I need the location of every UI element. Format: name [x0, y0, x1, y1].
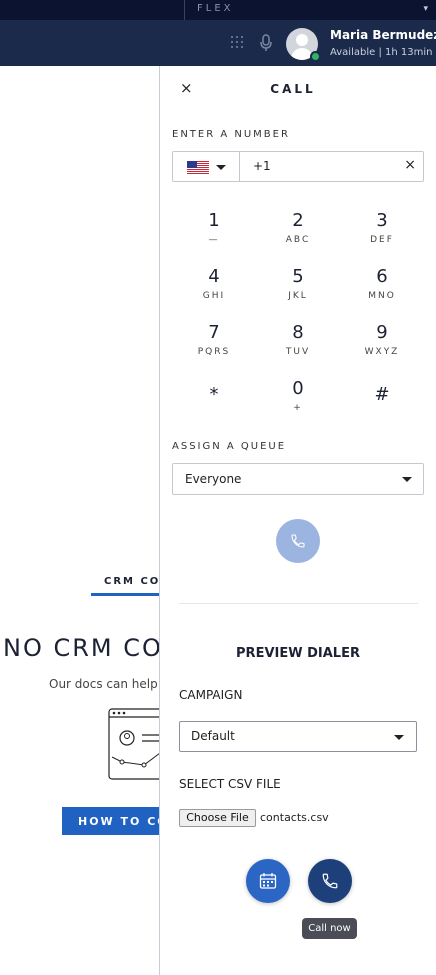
crm-container: CRM CON NO CRM CON Our docs can help y H… [0, 66, 160, 975]
panel-title: CALL [270, 82, 316, 96]
app-header: Maria Bermudez Available | 1h 13min [0, 20, 436, 66]
keypad-key-star[interactable]: * [184, 384, 244, 434]
phone-number-field[interactable]: +1 × [172, 151, 424, 182]
status-indicator [310, 51, 321, 62]
top-strip: FLEX ▾ [0, 0, 436, 20]
crm-tab[interactable]: CRM CON [104, 576, 160, 587]
keypad-key-0[interactable]: 0 + [268, 378, 328, 428]
chevron-down-icon [394, 735, 404, 740]
user-status: Available | 1h 13min [330, 47, 433, 58]
chevron-down-icon [402, 477, 412, 482]
selected-file-name: contacts.csv [260, 811, 329, 824]
crm-tab-underline [91, 593, 160, 596]
country-select[interactable] [173, 152, 240, 181]
chevron-down-icon[interactable]: ▾ [423, 4, 428, 14]
preview-dialer-title: PREVIEW DIALER [236, 646, 360, 661]
phone-number-input[interactable]: +1 [253, 159, 271, 173]
keypad-key-9[interactable]: 9 WXYZ [352, 322, 412, 372]
keypad-key-hash[interactable]: # [352, 384, 412, 434]
keypad-key-3[interactable]: 3 DEF [352, 210, 412, 260]
phone-icon [322, 873, 338, 889]
enter-number-label: ENTER A NUMBER [172, 129, 290, 140]
clear-number-icon[interactable]: × [404, 157, 416, 173]
csv-file-label: SELECT CSV FILE [179, 777, 281, 791]
call-now-tooltip: Call now [302, 918, 357, 939]
choose-file-button[interactable]: Choose File [179, 809, 256, 827]
keypad-key-2[interactable]: 2 ABC [268, 210, 328, 260]
campaign-label: CAMPAIGN [179, 688, 243, 702]
browser-illustration-icon [108, 708, 160, 780]
call-now-button[interactable] [308, 859, 352, 903]
how-to-connect-button[interactable]: HOW TO CON [62, 807, 160, 835]
keypad-key-6[interactable]: 6 MNO [352, 266, 412, 316]
user-name: Maria Bermudez [330, 28, 436, 42]
chevron-down-icon [216, 165, 226, 170]
call-button[interactable] [276, 519, 320, 563]
keypad-key-1[interactable]: 1— [184, 210, 244, 260]
section-divider [179, 603, 418, 604]
crm-empty-subtitle: Our docs can help y [49, 677, 160, 691]
microphone-icon[interactable] [259, 34, 273, 52]
queue-select[interactable]: Everyone [172, 463, 424, 495]
schedule-button[interactable] [246, 859, 290, 903]
keypad-key-4[interactable]: 4 GHI [184, 266, 244, 316]
dialpad-icon[interactable] [231, 36, 245, 50]
crm-empty-title: NO CRM CON [3, 634, 160, 662]
keypad-key-7[interactable]: 7 PQRS [184, 322, 244, 372]
campaign-value: Default [191, 729, 235, 743]
calendar-icon [259, 873, 277, 889]
campaign-select[interactable]: Default [179, 721, 417, 752]
queue-value: Everyone [185, 472, 242, 486]
us-flag-icon [187, 161, 209, 174]
top-strip-divider [184, 0, 185, 20]
brand-label: FLEX [197, 3, 234, 14]
keypad-key-8[interactable]: 8 TUV [268, 322, 328, 372]
assign-queue-label: ASSIGN A QUEUE [172, 441, 287, 452]
call-panel: × CALL ENTER A NUMBER +1 × 1— 2 ABC 3 DEF … [159, 66, 436, 975]
keypad-key-5[interactable]: 5 JKL [268, 266, 328, 316]
phone-icon [291, 534, 305, 548]
